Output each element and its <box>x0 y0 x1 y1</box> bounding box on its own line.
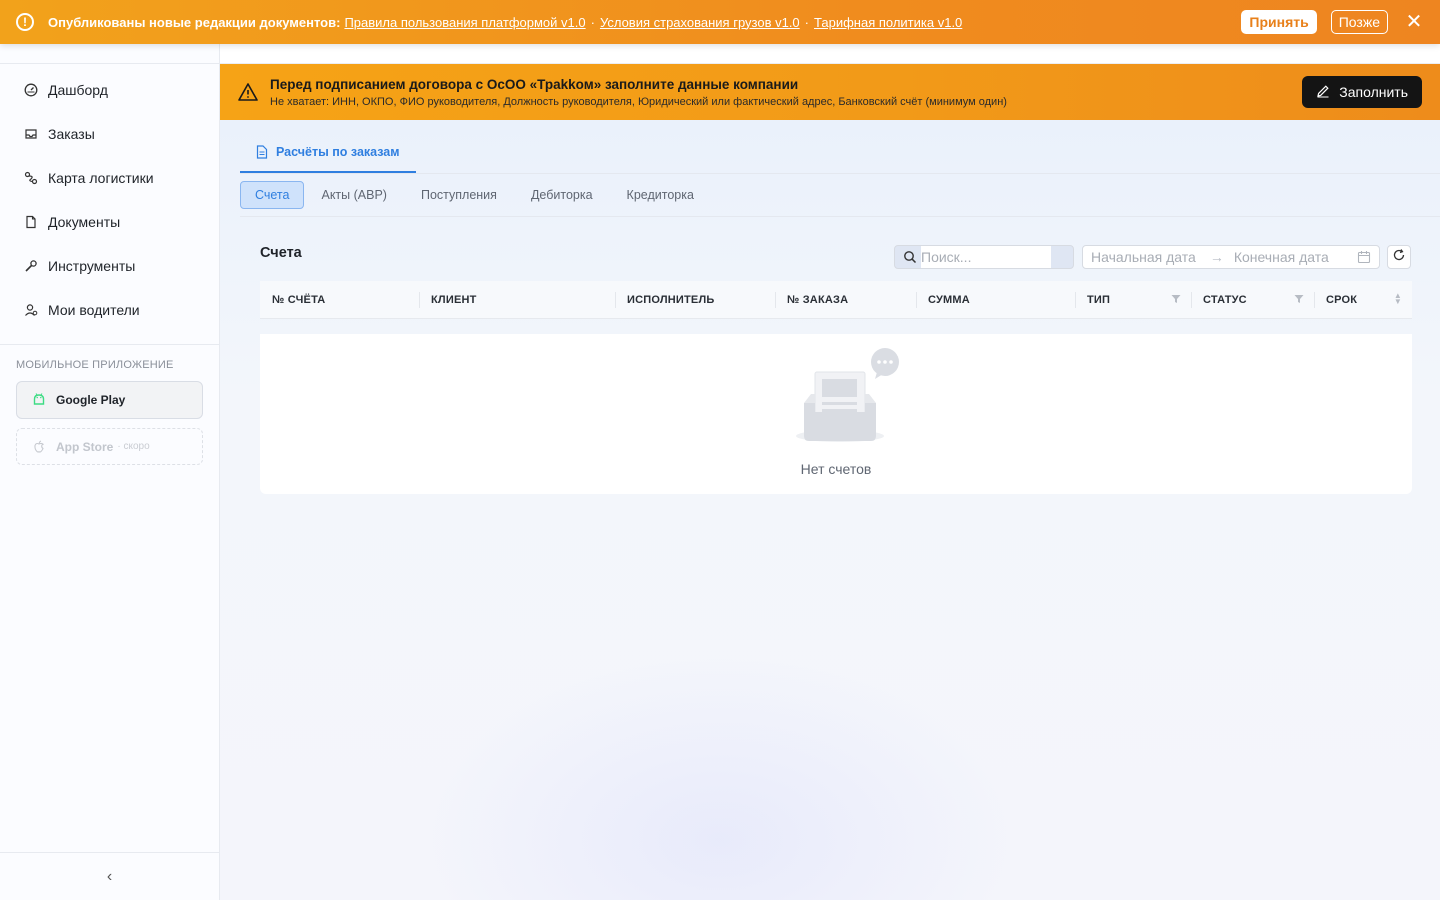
invoices-table: № СЧЁТА КЛИЕНТ ИСПОЛНИТЕЛЬ № ЗАКАЗА СУММ… <box>260 281 1412 494</box>
table-header: № СЧЁТА КЛИЕНТ ИСПОЛНИТЕЛЬ № ЗАКАЗА СУММ… <box>260 281 1412 319</box>
table-body: Нет счетов <box>260 334 1412 494</box>
close-icon[interactable]: ✕ <box>1404 12 1424 32</box>
company-data-warning-banner: Перед подписанием договора с ОсОО «Трakk… <box>220 64 1440 120</box>
content-area: Расчёты по заказам Счета Акты (АВР) Пост… <box>220 120 1440 900</box>
inbox-icon <box>24 127 38 141</box>
column-client[interactable]: КЛИЕНТ <box>419 281 615 319</box>
arrow-right-icon: → <box>1209 249 1224 265</box>
invoices-title: Счета <box>260 245 302 261</box>
sidebar-item-drivers[interactable]: Мои водители <box>0 288 219 332</box>
android-icon <box>31 392 47 408</box>
sub-tabs-divider <box>240 216 1440 217</box>
subtab-receipts[interactable]: Поступления <box>404 181 514 209</box>
accept-button[interactable]: Принять <box>1241 10 1317 34</box>
invoices-card: Счета Начальная дата → Конечная дата <box>260 229 1412 494</box>
company-banner-text: Перед подписанием договора с ОсОО «Трakk… <box>270 77 1302 108</box>
calendar-icon <box>1357 250 1371 264</box>
subtab-receivables[interactable]: Дебиторка <box>514 181 610 209</box>
chevron-left-icon: ‹ <box>106 867 113 885</box>
sidebar-item-label: Заказы <box>48 126 95 142</box>
start-date-input[interactable]: Начальная дата <box>1091 249 1196 265</box>
sidebar-nav: Дашборд Заказы Карта логистики Документы… <box>0 64 219 345</box>
sidebar-item-tools[interactable]: Инструменты <box>0 244 219 288</box>
tab-label: Расчёты по заказам <box>276 144 400 159</box>
filter-icon[interactable] <box>1171 294 1181 304</box>
column-status-label: СТАТУС <box>1203 293 1247 306</box>
end-date-input[interactable]: Конечная дата <box>1234 249 1329 265</box>
column-executor[interactable]: ИСПОЛНИТЕЛЬ <box>615 281 775 319</box>
mobile-app-section-title: МОБИЛЬНОЕ ПРИЛОЖЕНИЕ <box>16 359 174 371</box>
column-deadline-label: СРОК <box>1326 293 1358 306</box>
date-range-picker[interactable]: Начальная дата → Конечная дата <box>1082 245 1380 269</box>
column-invoice-number[interactable]: № СЧЁТА <box>260 281 419 319</box>
sidebar-item-logistics-map[interactable]: Карта логистики <box>0 156 219 200</box>
sidebar: Дашборд Заказы Карта логистики Документы… <box>0 44 220 900</box>
app-store-soon-label: · скоро <box>117 441 150 452</box>
sidebar-item-orders[interactable]: Заказы <box>0 112 219 156</box>
link-cargo-insurance[interactable]: Условия страхования грузов v1.0 <box>600 15 800 30</box>
table-gap <box>260 319 1412 334</box>
column-amount[interactable]: СУММА <box>916 281 1075 319</box>
sidebar-item-label: Карта логистики <box>48 170 154 186</box>
link-separator: · <box>590 14 595 30</box>
dashboard-icon <box>24 83 38 97</box>
document-icon <box>256 144 268 159</box>
sidebar-item-label: Инструменты <box>48 258 136 274</box>
banner-message: Опубликованы новые редакции документов: <box>48 14 341 30</box>
search-box <box>894 245 1074 269</box>
sidebar-item-dashboard[interactable]: Дашборд <box>0 68 219 112</box>
logo-area <box>0 44 219 64</box>
sort-icon[interactable]: ▲ ▼ <box>1394 291 1402 305</box>
search-icon <box>903 250 917 264</box>
sidebar-item-label: Мои водители <box>48 302 140 318</box>
link-platform-rules[interactable]: Правила пользования платформой v1.0 <box>344 15 585 30</box>
pencil-icon <box>1316 84 1330 101</box>
sub-tabs: Счета Акты (АВР) Поступления Дебиторка К… <box>240 181 711 209</box>
google-play-label: Google Play <box>56 393 126 407</box>
column-type-label: ТИП <box>1087 293 1111 306</box>
document-icon <box>24 215 38 229</box>
apple-icon <box>31 439 47 455</box>
exclamation-circle-icon: ! <box>16 13 34 31</box>
column-type[interactable]: ТИП <box>1075 281 1191 319</box>
refresh-icon <box>1392 248 1406 267</box>
subtab-payables[interactable]: Кредиторка <box>610 181 711 209</box>
search-input[interactable] <box>921 246 1051 268</box>
google-play-button[interactable]: Google Play <box>16 381 203 419</box>
sidebar-item-documents[interactable]: Документы <box>0 200 219 244</box>
sidebar-item-label: Дашборд <box>48 82 108 98</box>
subtab-invoices[interactable]: Счета <box>240 181 305 209</box>
main-area: Перед подписанием договора с ОсОО «Трakk… <box>220 44 1440 900</box>
tab-order-settlements[interactable]: Расчёты по заказам <box>240 132 416 173</box>
wrench-icon <box>24 259 38 273</box>
column-deadline[interactable]: СРОК ▲ ▼ <box>1314 281 1412 319</box>
warning-triangle-icon <box>238 82 258 102</box>
company-banner-title: Перед подписанием договора с ОсОО «Трakk… <box>270 76 799 92</box>
top-header <box>220 44 1440 64</box>
column-status[interactable]: СТАТУС <box>1191 281 1314 319</box>
empty-inbox-icon <box>795 348 905 448</box>
app-store-button: App Store · скоро <box>16 428 203 465</box>
collapse-sidebar-button[interactable]: ‹ <box>0 852 219 900</box>
later-button[interactable]: Позже <box>1330 10 1388 34</box>
link-separator: · <box>804 14 810 30</box>
link-tariff-policy[interactable]: Тарифная политика v1.0 <box>814 15 962 30</box>
refresh-button[interactable] <box>1387 245 1411 269</box>
company-banner-subtitle: Не хватает: ИНН, ОКПО, ФИО руководителя,… <box>270 95 1007 108</box>
route-icon <box>24 171 38 185</box>
filter-icon[interactable] <box>1294 294 1304 304</box>
documents-update-banner: ! Опубликованы новые редакции документов… <box>0 0 1440 44</box>
subtab-acts[interactable]: Акты (АВР) <box>304 181 403 209</box>
sidebar-item-label: Документы <box>48 214 121 230</box>
fill-company-data-button[interactable]: Заполнить <box>1302 76 1422 108</box>
drivers-icon <box>24 303 38 317</box>
fill-button-label: Заполнить <box>1339 84 1408 100</box>
column-order-number[interactable]: № ЗАКАЗА <box>775 281 916 319</box>
app-store-label: App Store <box>56 439 114 454</box>
tabs-divider <box>240 173 1440 174</box>
empty-state-text: Нет счетов <box>800 461 872 477</box>
